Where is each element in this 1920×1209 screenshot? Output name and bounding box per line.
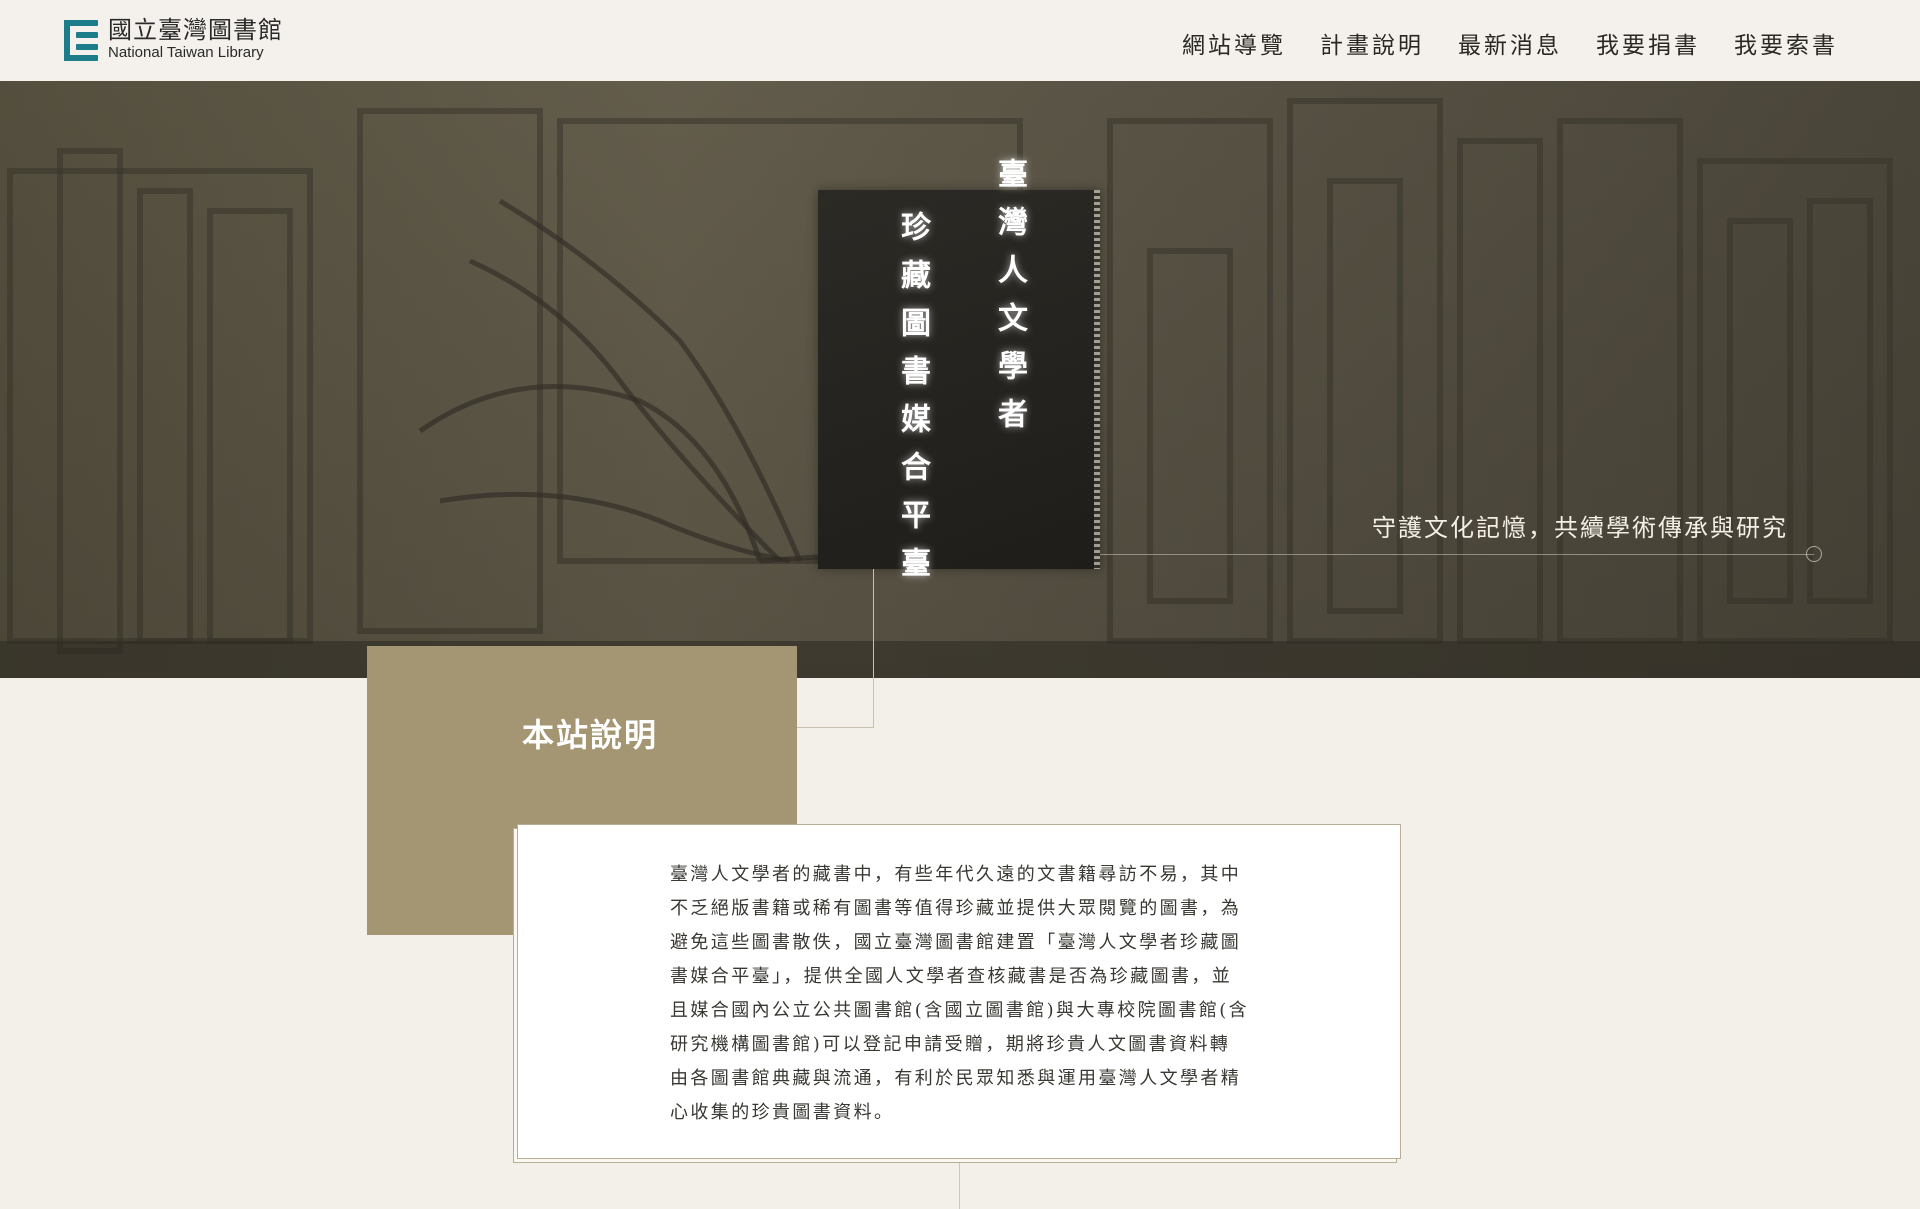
nav-site-map[interactable]: 網站導覽 [1182,26,1286,60]
description-text: 臺灣人文學者的藏書中，有些年代久遠的文書籍尋訪不易，其中不乏絕版書籍或稀有圖書等… [670,864,1250,1123]
site-logo[interactable]: 國立臺灣圖書館 National Taiwan Library [64,18,283,62]
hero-title-line-1: 臺灣人文學者 [992,158,1027,446]
nav-donate-books[interactable]: 我要捐書 [1596,26,1700,60]
library-logo-icon [64,19,100,61]
connector-line [797,727,874,728]
slogan-divider [1100,554,1814,555]
logo-title-zh: 國立臺灣圖書館 [108,17,283,44]
nav-project-info[interactable]: 計畫說明 [1320,26,1424,60]
hero-slogan: 守護文化記憶，共續學術傳承與研究 [1372,514,1788,542]
nav-news[interactable]: 最新消息 [1458,26,1562,60]
nav-request-books[interactable]: 我要索書 [1734,26,1838,60]
site-header: 國立臺灣圖書館 National Taiwan Library 網站導覽 計畫說… [0,0,1920,81]
title-book-panel [818,190,1100,569]
logo-text: 國立臺灣圖書館 National Taiwan Library [108,18,283,62]
connector-line [959,1163,960,1209]
about-heading: 本站說明 [522,716,659,754]
connector-line [873,569,874,727]
main-nav: 網站導覽 計畫說明 最新消息 我要捐書 我要索書 [1182,26,1838,60]
logo-title-en: National Taiwan Library [108,44,264,61]
hero-title-line-2: 珍藏圖書媒合平臺 [895,211,930,595]
divider-circle-icon [1806,546,1822,562]
